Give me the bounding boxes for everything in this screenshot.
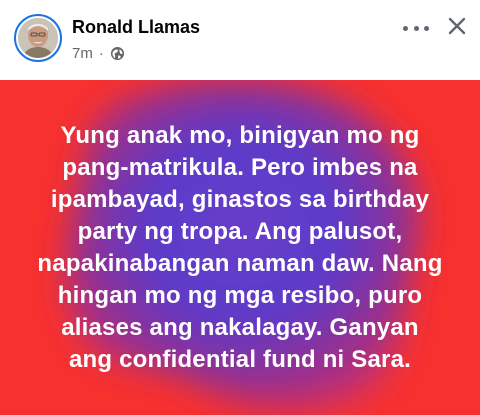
post-line: party ng tropa. Ang palusot, <box>77 218 403 245</box>
post-header: Ronald Llamas 7m · <box>0 0 480 78</box>
globe-icon[interactable] <box>110 46 125 61</box>
person-photo-icon <box>18 18 58 58</box>
post-line: aliases ang nakalagay. Ganyan <box>61 314 419 341</box>
post-background: Yung anak mo, binigyan mo ng pang-matrik… <box>0 80 480 415</box>
post-line: ipambayad, ginastos sa birthday <box>50 186 430 213</box>
post-line: ang confidential fund ni Sara. <box>68 346 412 373</box>
meta-separator: · <box>98 45 104 62</box>
post-line: hingan mo ng mga resibo, puro <box>57 282 423 309</box>
post-line: pang-matrikula. Pero imbes na <box>62 154 418 181</box>
avatar-photo <box>18 18 58 58</box>
post-line: napakinabangan naman daw. Nang <box>37 250 443 277</box>
avatar[interactable] <box>14 14 62 62</box>
author-name[interactable]: Ronald Llamas <box>72 17 200 38</box>
post-meta: 7m · <box>72 45 125 62</box>
post-line: Yung anak mo, binigyan mo ng <box>60 122 420 149</box>
post-body-text: Yung anak mo, binigyan mo ng pang-matrik… <box>26 120 454 376</box>
close-icon[interactable] <box>447 16 467 36</box>
post-timestamp[interactable]: 7m <box>72 45 93 62</box>
more-horizontal-icon[interactable] <box>403 18 429 38</box>
